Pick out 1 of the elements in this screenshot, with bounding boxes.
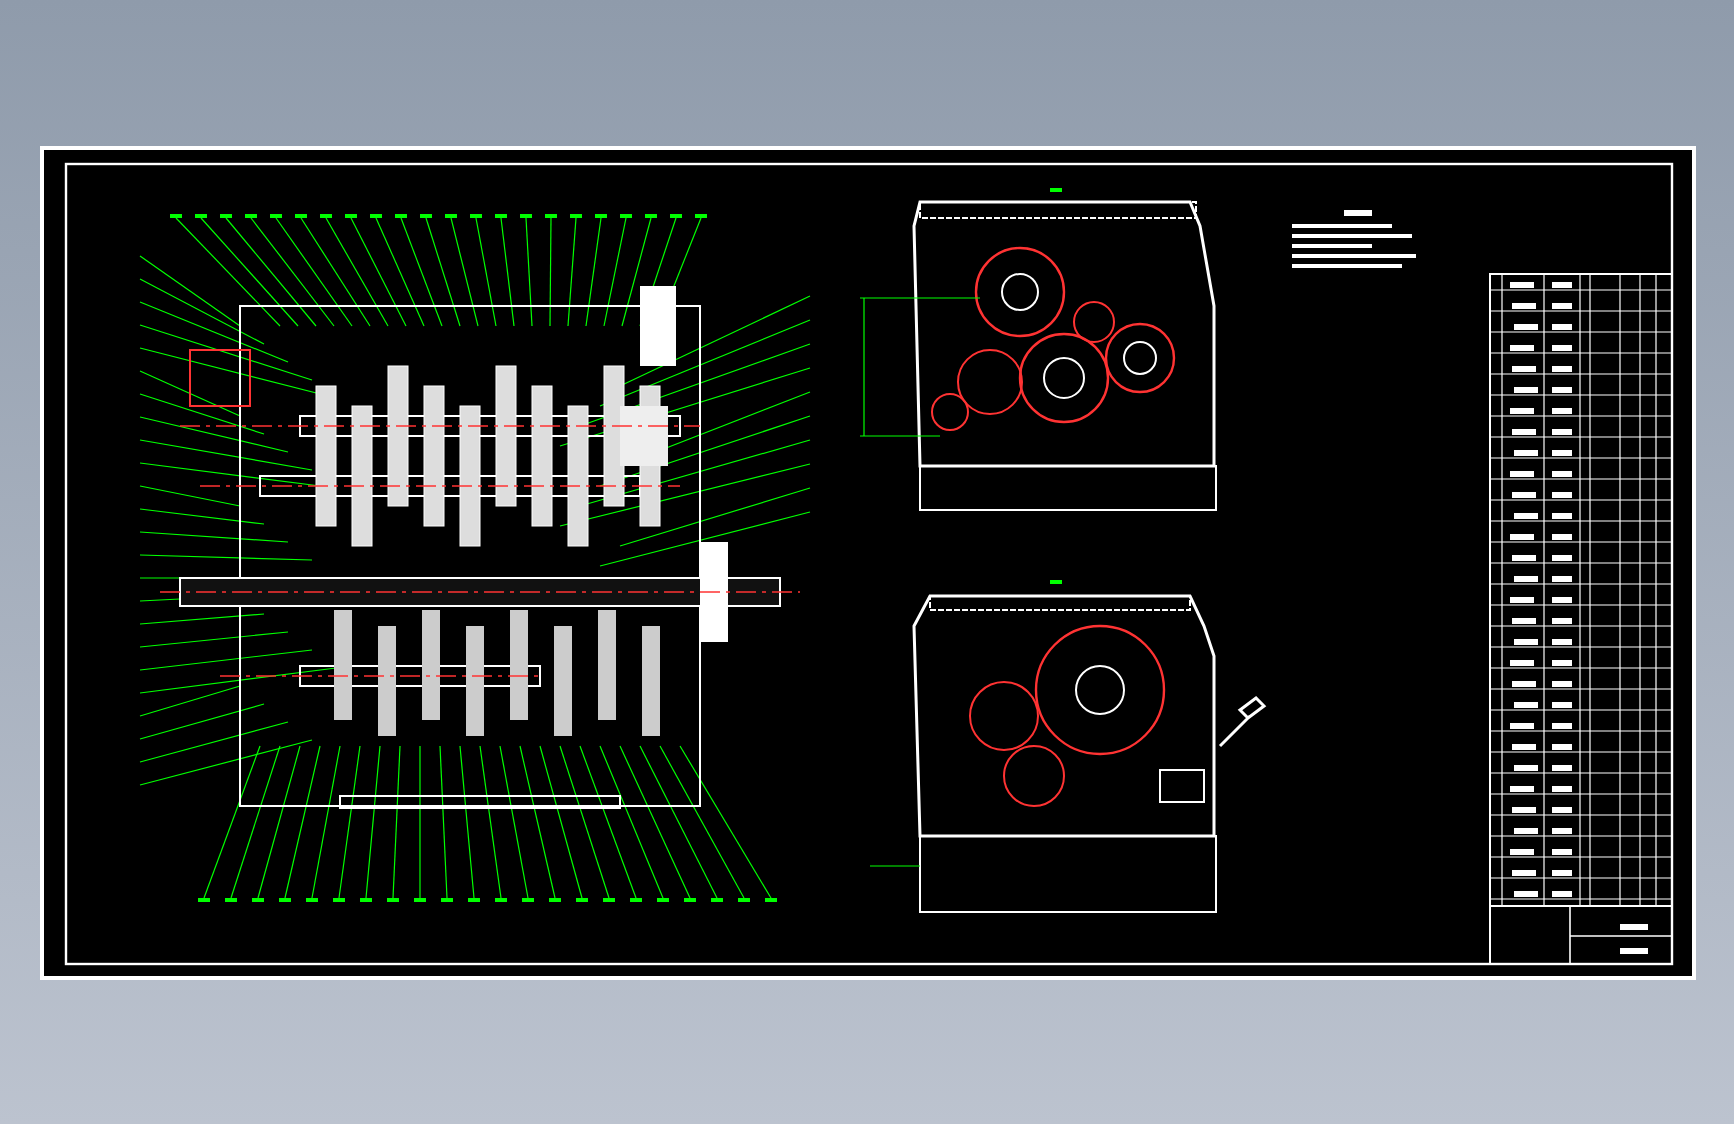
- technical-notes-drawing: [1292, 210, 1416, 268]
